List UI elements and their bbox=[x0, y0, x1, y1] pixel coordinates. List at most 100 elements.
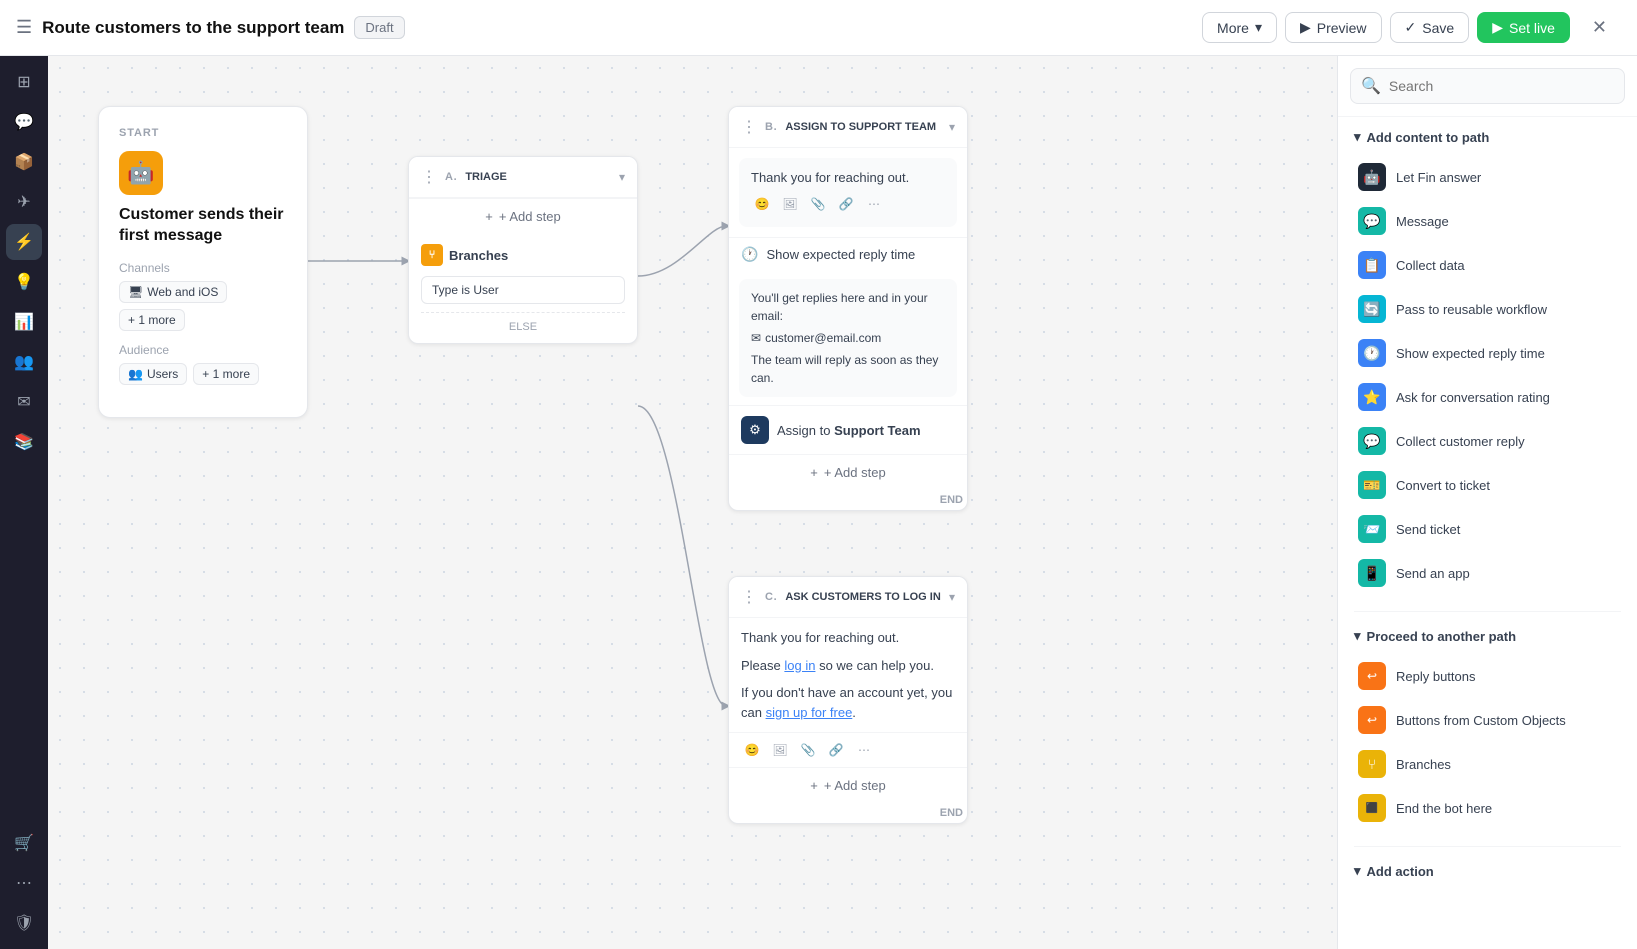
setlive-button[interactable]: ▶ Set live bbox=[1477, 12, 1570, 43]
menu-icon[interactable]: ☰ bbox=[16, 17, 32, 38]
divider2 bbox=[1354, 846, 1621, 847]
item-let-fin-answer[interactable]: 🤖 Let Fin answer bbox=[1354, 155, 1621, 199]
branches-box: ⑂ Branches Type is User ELSE bbox=[409, 234, 637, 343]
add-content-section: ▾ Add content to path 🤖 Let Fin answer 💬… bbox=[1338, 117, 1637, 607]
collect-data-label: Collect data bbox=[1396, 258, 1465, 273]
save-button[interactable]: ✓ Save bbox=[1390, 12, 1470, 43]
login-link[interactable]: log in bbox=[784, 658, 815, 673]
login-header: ⋮ C. ASK CUSTOMERS TO LOG IN ▾ bbox=[729, 577, 967, 618]
signup-link[interactable]: sign up for free bbox=[766, 705, 853, 720]
item-message[interactable]: 💬 Message bbox=[1354, 199, 1621, 243]
add-content-label: Add content to path bbox=[1367, 130, 1490, 145]
support-name: ASSIGN TO SUPPORT TEAM bbox=[785, 121, 936, 133]
preview-button[interactable]: ▶ Preview bbox=[1285, 12, 1382, 43]
sidebar-icon-reports[interactable]: 📊 bbox=[6, 304, 42, 340]
close-button[interactable]: ✕ bbox=[1578, 11, 1621, 44]
sidebar-icon-messages[interactable]: ✉ bbox=[6, 384, 42, 420]
branches-proceed-label: Branches bbox=[1396, 757, 1451, 772]
emoji-tool2[interactable]: 😊 bbox=[741, 739, 763, 761]
sidebar-icon-shop[interactable]: 🛒 bbox=[6, 825, 42, 861]
support-chevron[interactable]: ▾ bbox=[949, 120, 955, 134]
topbar-actions: More ▾ ▶ Preview ✓ Save ▶ Set live ✕ bbox=[1202, 11, 1621, 44]
link-tool[interactable]: 🔗 bbox=[835, 193, 857, 215]
item-reply-time[interactable]: 🕐 Show expected reply time bbox=[1354, 331, 1621, 375]
support-add-step[interactable]: + + Add step bbox=[729, 454, 967, 490]
item-conversation-rating[interactable]: ⭐ Ask for conversation rating bbox=[1354, 375, 1621, 419]
login-add-step[interactable]: + + Add step bbox=[729, 767, 967, 803]
support-id: B. bbox=[765, 121, 777, 133]
triage-add-step[interactable]: + + Add step bbox=[409, 198, 637, 234]
message-label: Message bbox=[1396, 214, 1449, 229]
custom-objects-label: Buttons from Custom Objects bbox=[1396, 713, 1566, 728]
channels-tags: 🖥 Web and iOS + 1 more bbox=[119, 281, 287, 331]
sidebar-icon-automation[interactable]: ⚡ bbox=[6, 224, 42, 260]
item-collect-reply[interactable]: 💬 Collect customer reply bbox=[1354, 419, 1621, 463]
chevron-down-icon2: ▾ bbox=[1354, 129, 1361, 145]
sidebar-icon-security[interactable]: 🛡 bbox=[6, 905, 42, 941]
login-dots[interactable]: ⋮ bbox=[741, 587, 757, 607]
email-icon: ✉ bbox=[751, 329, 761, 347]
link-tool2[interactable]: 🔗 bbox=[825, 739, 847, 761]
sidebar-icon-send[interactable]: ✈ bbox=[6, 184, 42, 220]
fin-label: Let Fin answer bbox=[1396, 170, 1481, 185]
branch-condition[interactable]: Type is User bbox=[421, 276, 625, 304]
item-branches[interactable]: ⑂ Branches bbox=[1354, 742, 1621, 786]
more-tool[interactable]: ⋯ bbox=[863, 193, 885, 215]
image-tool2[interactable]: 🖼 bbox=[769, 739, 791, 761]
preview-text2: The team will reply as soon as they can. bbox=[751, 351, 945, 387]
sidebar-icon-more[interactable]: ⋯ bbox=[6, 865, 42, 901]
support-dots[interactable]: ⋮ bbox=[741, 117, 757, 137]
play-icon-green: ▶ bbox=[1492, 19, 1503, 36]
support-node: ⋮ B. ASSIGN TO SUPPORT TEAM ▾ Thank you … bbox=[728, 106, 968, 511]
login-end-label: END bbox=[729, 803, 967, 823]
login-id: C. bbox=[765, 591, 777, 603]
sidebar-icon-docs[interactable]: 📚 bbox=[6, 424, 42, 460]
reply-time-item-icon: 🕐 bbox=[1358, 339, 1386, 367]
topbar-left: ☰ Route customers to the support team Dr… bbox=[16, 16, 1190, 39]
rating-label: Ask for conversation rating bbox=[1396, 390, 1550, 405]
channels-label: Channels bbox=[119, 261, 287, 275]
preview-email: ✉ customer@email.com bbox=[751, 329, 945, 347]
support-end-label: END bbox=[729, 490, 967, 510]
sidebar-icon-people[interactable]: 👥 bbox=[6, 344, 42, 380]
item-end-bot[interactable]: ⬛ End the bot here bbox=[1354, 786, 1621, 830]
sidebar-icon-inbox[interactable]: 📦 bbox=[6, 144, 42, 180]
attachment-tool[interactable]: 📎 bbox=[807, 193, 829, 215]
convert-ticket-icon: 🎫 bbox=[1358, 471, 1386, 499]
attachment-tool2[interactable]: 📎 bbox=[797, 739, 819, 761]
add-action-header[interactable]: ▾ Add action bbox=[1354, 863, 1621, 879]
reply-time-item-label: Show expected reply time bbox=[1396, 346, 1545, 361]
login-node: ⋮ C. ASK CUSTOMERS TO LOG IN ▾ Thank you… bbox=[728, 576, 968, 824]
audience-label: Audience bbox=[119, 343, 287, 357]
login-message: Thank you for reaching out. Please log i… bbox=[729, 618, 967, 732]
sidebar-icon-chat[interactable]: 💬 bbox=[6, 104, 42, 140]
login-toolbar: 😊 🖼 📎 🔗 ⋯ bbox=[729, 732, 967, 767]
sidebar-icon-home[interactable]: ⊞ bbox=[6, 64, 42, 100]
chevron-down-icon: ▾ bbox=[1255, 19, 1262, 36]
reply-time-row[interactable]: 🕐 Show expected reply time bbox=[729, 237, 967, 271]
item-reply-buttons[interactable]: ↩ Reply buttons bbox=[1354, 654, 1621, 698]
item-send-app[interactable]: 📱 Send an app bbox=[1354, 551, 1621, 595]
more-button[interactable]: More ▾ bbox=[1202, 12, 1277, 43]
triage-chevron[interactable]: ▾ bbox=[619, 170, 625, 184]
search-input[interactable] bbox=[1389, 78, 1614, 94]
clock-icon: 🕐 bbox=[741, 246, 758, 263]
item-send-ticket[interactable]: 📨 Send ticket bbox=[1354, 507, 1621, 551]
sidebar-icon-ideas[interactable]: 💡 bbox=[6, 264, 42, 300]
audience-tags: 👥 Users + 1 more bbox=[119, 363, 287, 385]
emoji-tool[interactable]: 😊 bbox=[751, 193, 773, 215]
login-header-left: ⋮ C. ASK CUSTOMERS TO LOG IN bbox=[741, 587, 941, 607]
item-custom-objects[interactable]: ↩ Buttons from Custom Objects bbox=[1354, 698, 1621, 742]
add-content-header[interactable]: ▾ Add content to path bbox=[1354, 129, 1621, 145]
triage-dots[interactable]: ⋮ bbox=[421, 167, 437, 187]
item-convert-ticket[interactable]: 🎫 Convert to ticket bbox=[1354, 463, 1621, 507]
login-chevron[interactable]: ▾ bbox=[949, 590, 955, 604]
item-collect-data[interactable]: 📋 Collect data bbox=[1354, 243, 1621, 287]
channel-more: + 1 more bbox=[119, 309, 185, 331]
support-header-left: ⋮ B. ASSIGN TO SUPPORT TEAM bbox=[741, 117, 936, 137]
image-tool[interactable]: 🖼 bbox=[779, 193, 801, 215]
search-section: 🔍 bbox=[1338, 56, 1637, 117]
item-pass-workflow[interactable]: 🔄 Pass to reusable workflow bbox=[1354, 287, 1621, 331]
more-tool2[interactable]: ⋯ bbox=[853, 739, 875, 761]
proceed-header[interactable]: ▾ Proceed to another path bbox=[1354, 628, 1621, 644]
